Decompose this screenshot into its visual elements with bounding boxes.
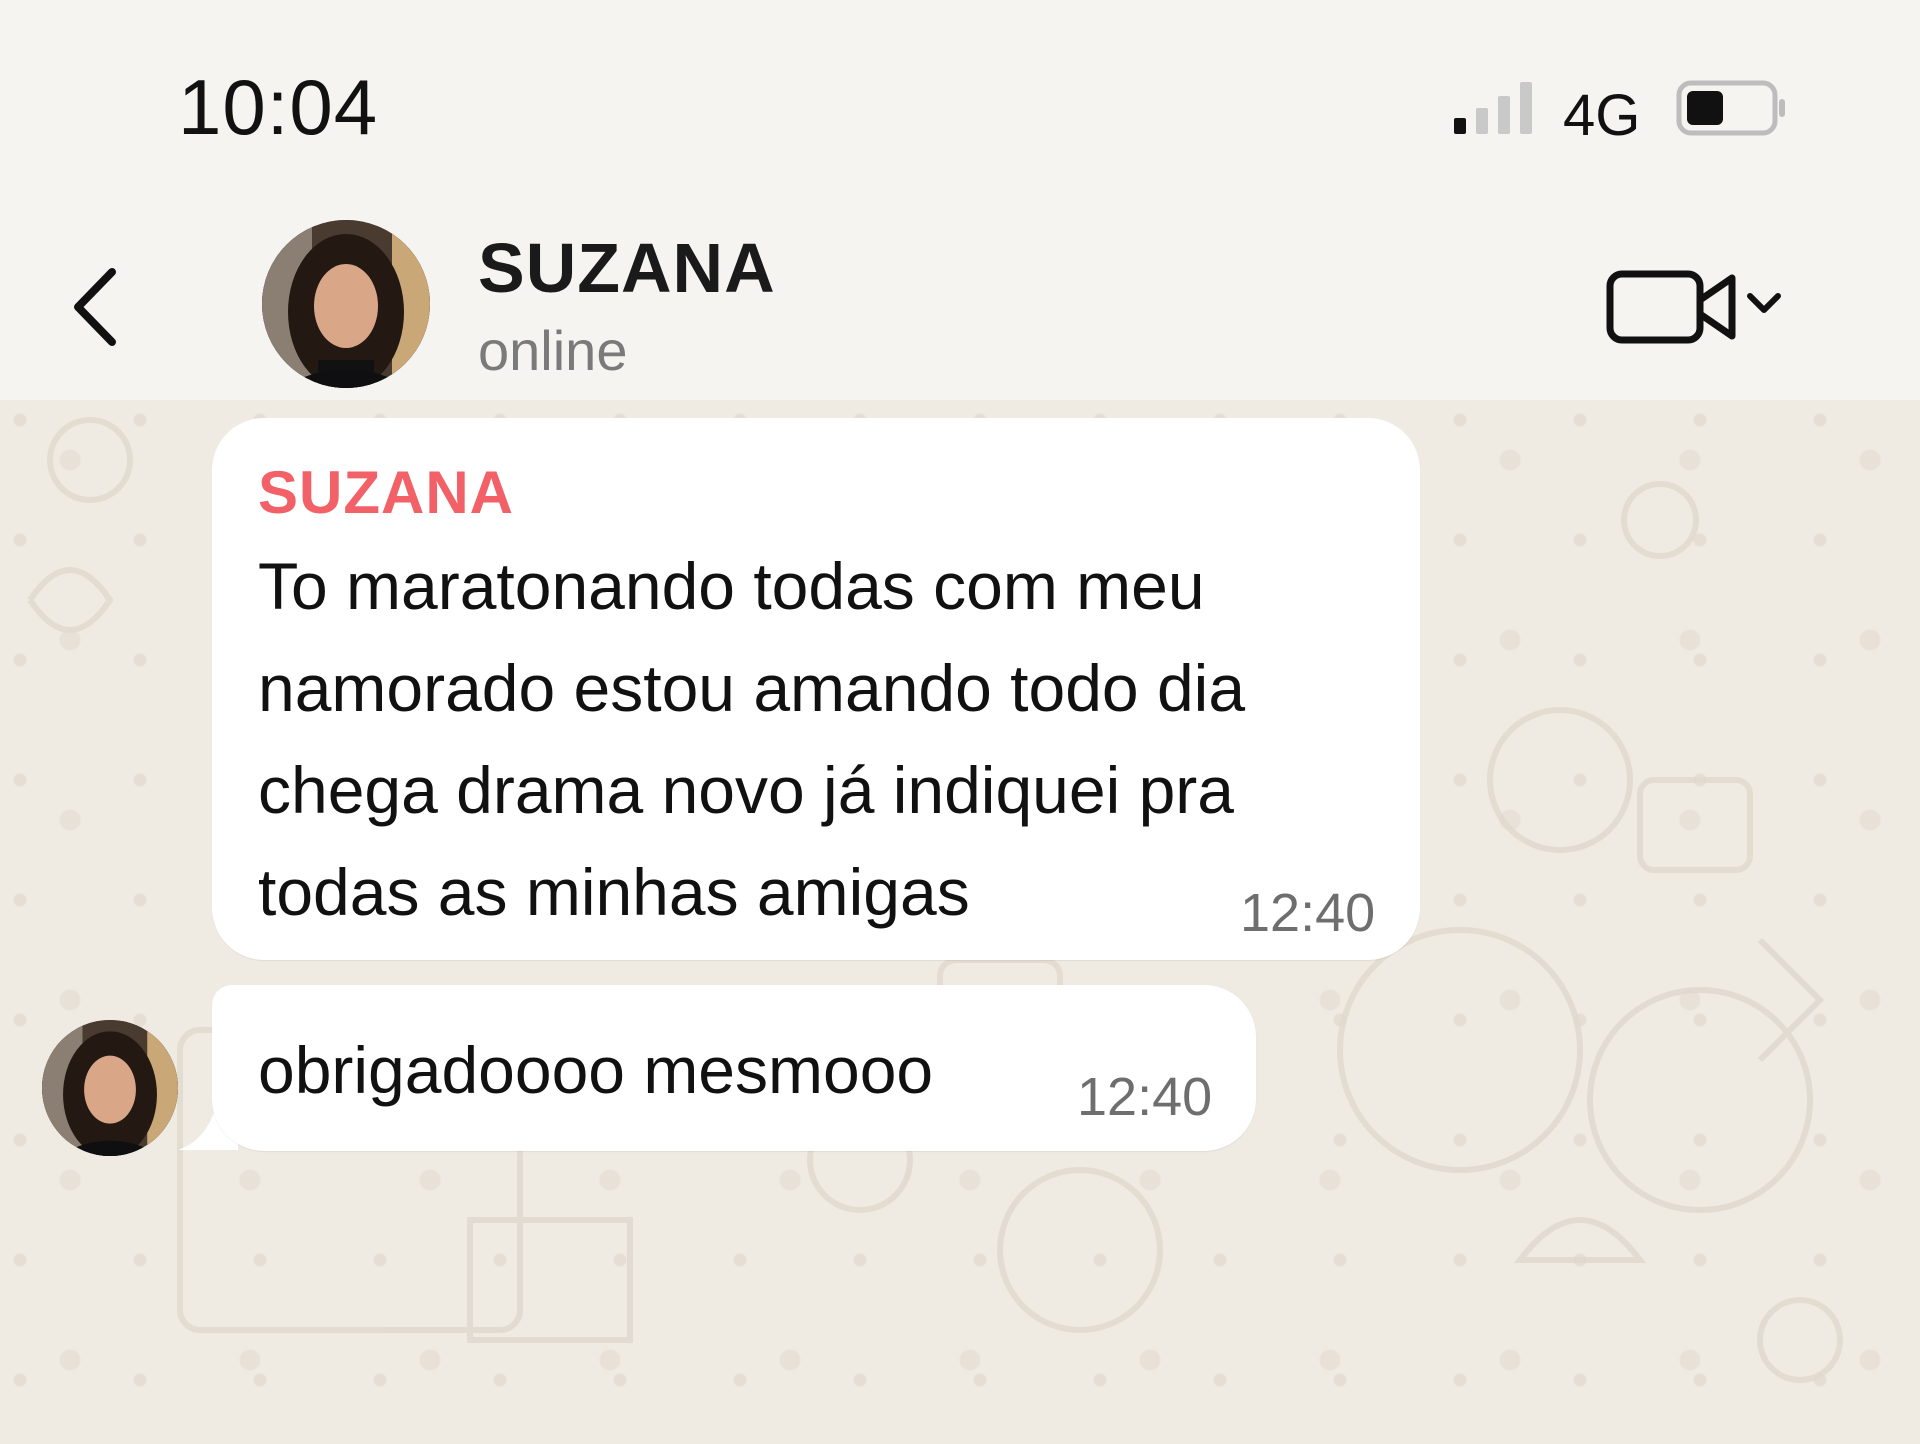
message-text: obrigadoooo mesmooo xyxy=(258,1033,934,1107)
signal-strength-icon xyxy=(1454,82,1532,134)
chevron-left-icon[interactable] xyxy=(62,262,132,352)
network-type: 4G xyxy=(1563,83,1641,148)
status-bar: 10:04 4G xyxy=(0,0,1920,200)
message-text-line: namorado estou amando todo dia xyxy=(258,651,1246,725)
message-text-line: To maratonando todas com meu xyxy=(258,549,1205,623)
message-sender: SUZANA xyxy=(258,459,514,526)
message-timestamp: 12:40 xyxy=(1077,1067,1213,1127)
avatar-photo xyxy=(262,220,430,388)
sender-avatar[interactable] xyxy=(42,1020,178,1156)
battery-icon xyxy=(1676,80,1785,136)
avatar-photo xyxy=(42,1020,178,1156)
video-call-button[interactable] xyxy=(1604,262,1784,352)
contact-name[interactable]: SUZANA xyxy=(478,228,776,308)
contact-avatar[interactable] xyxy=(262,220,430,388)
message-timestamp: 12:40 xyxy=(1240,883,1376,943)
contact-status: online xyxy=(478,319,628,382)
message-text-line: todas as minhas amigas xyxy=(258,855,970,929)
status-time: 10:04 xyxy=(178,63,379,151)
message-text-line: chega drama novo já indiquei pra xyxy=(258,753,1234,827)
